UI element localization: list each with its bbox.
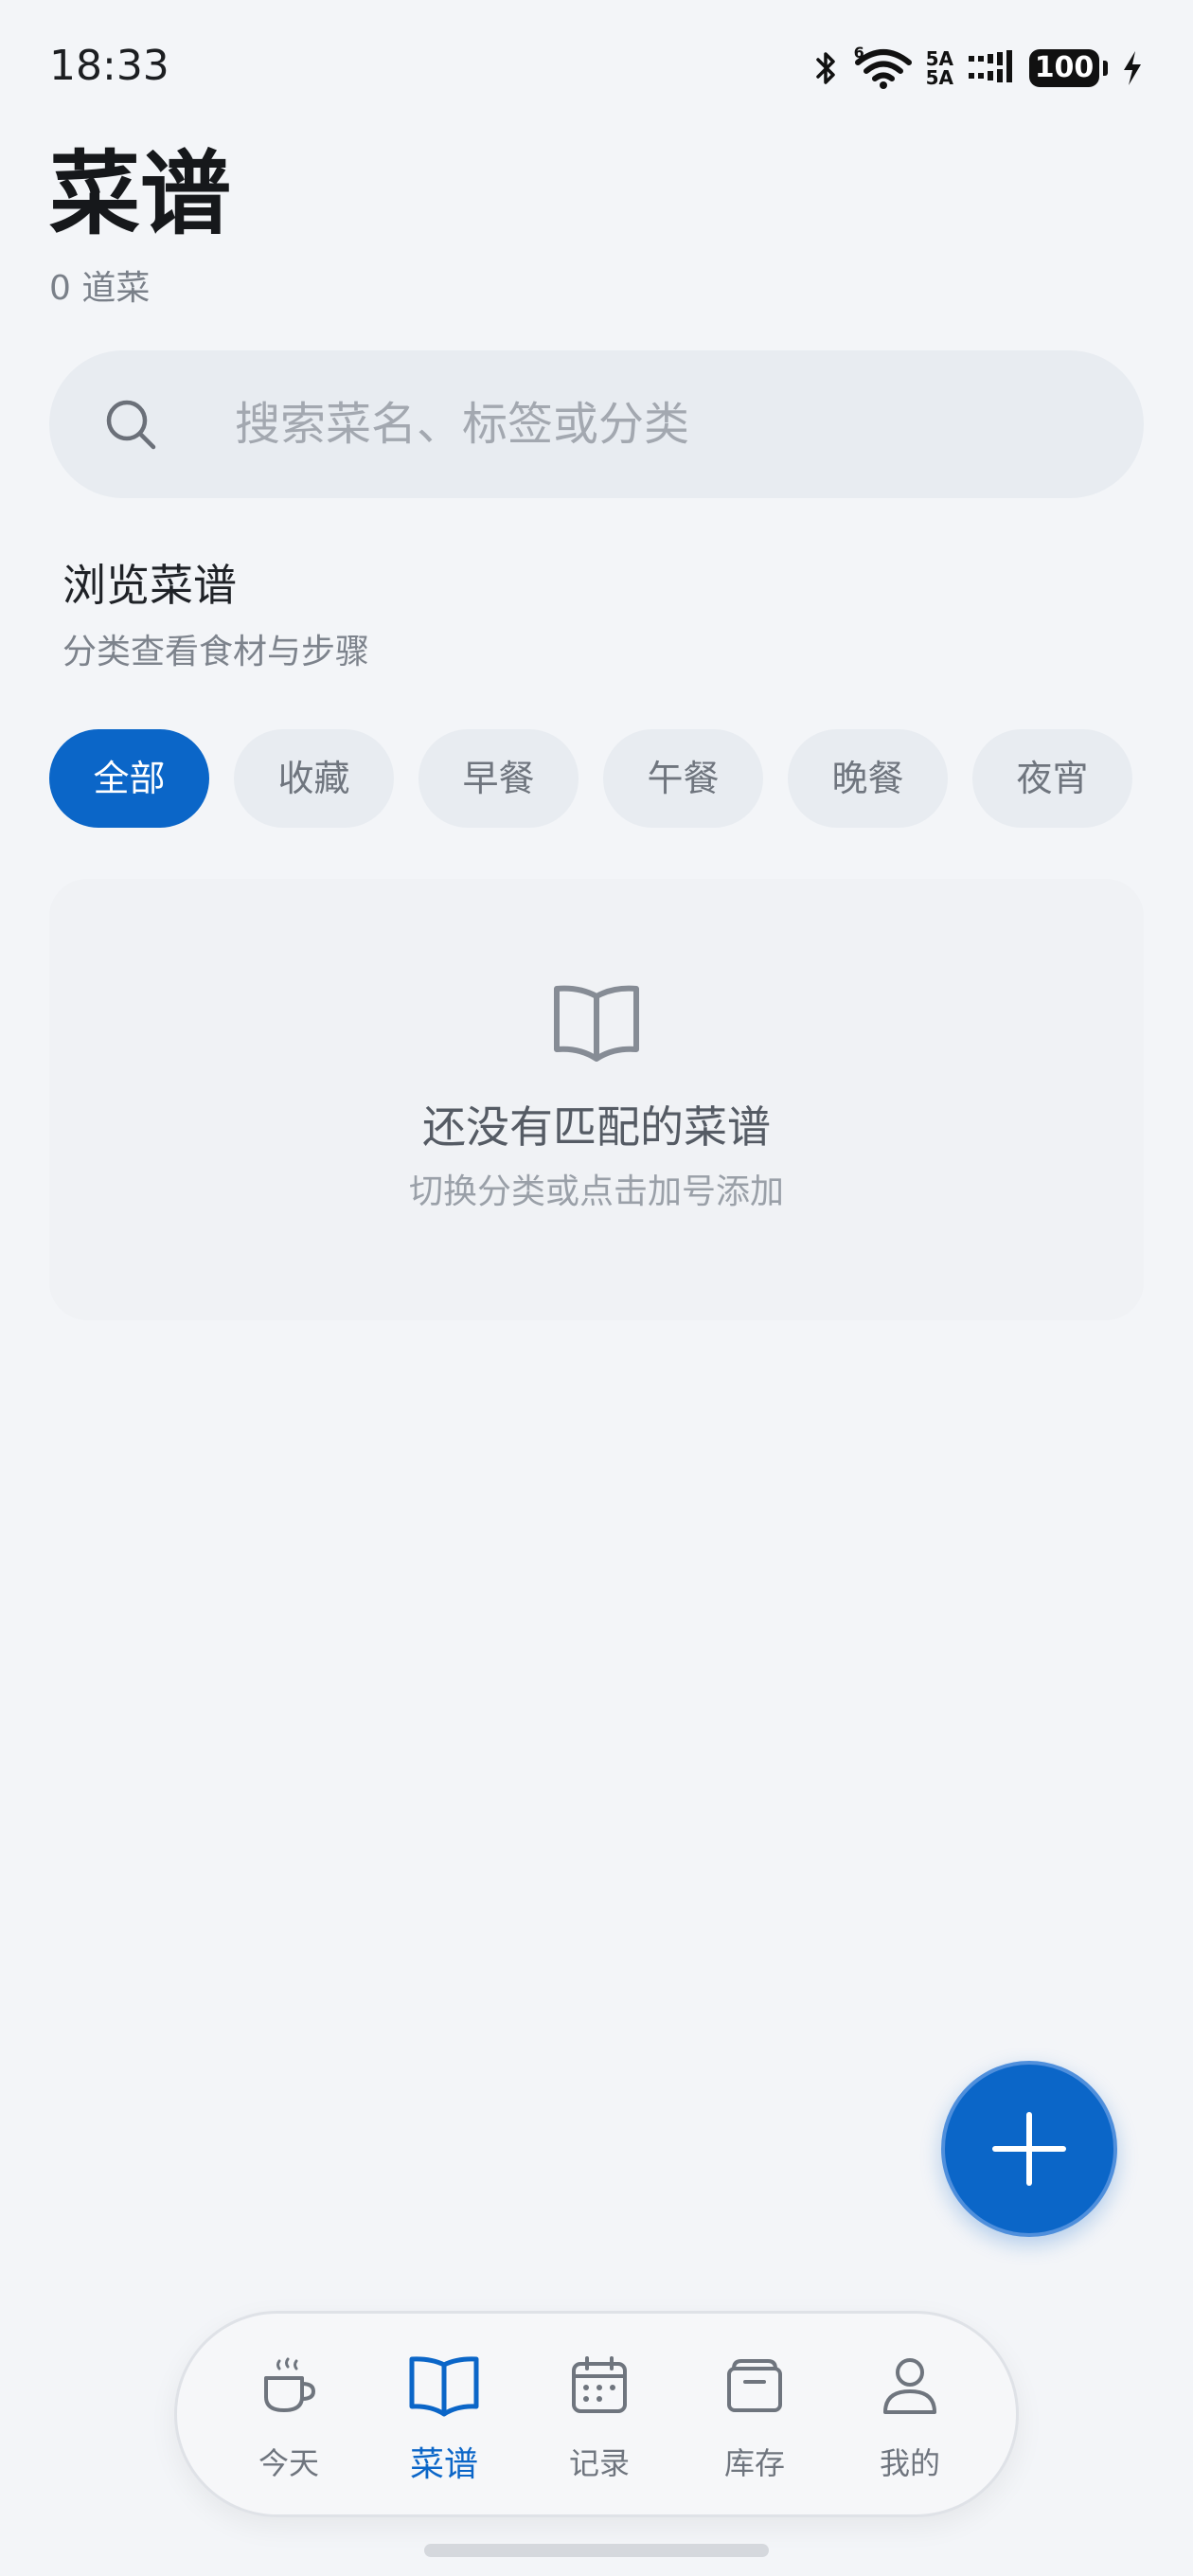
chip-favorites[interactable]: 收藏: [234, 729, 394, 828]
home-indicator[interactable]: [424, 2544, 769, 2557]
nav-item-records[interactable]: 记录: [522, 2314, 677, 2514]
nav-label-records: 记录: [568, 2445, 630, 2481]
nav-label-recipes: 菜谱: [409, 2445, 478, 2484]
network-label-bottom: 5A: [925, 66, 953, 89]
chip-all[interactable]: 全部: [49, 729, 209, 828]
signal-icon: [969, 50, 1012, 82]
archive-box-icon: [727, 2359, 782, 2412]
empty-state-subtitle: 切换分类或点击加号添加: [408, 1172, 784, 1211]
bluetooth-icon: [815, 52, 835, 84]
add-recipe-button[interactable]: [941, 2061, 1117, 2237]
book-open-icon: [409, 2356, 479, 2417]
book-open-icon: [554, 985, 639, 1062]
charging-icon: [1124, 51, 1141, 85]
nav-label-today: 今天: [258, 2445, 319, 2481]
nav-label-inventory: 库存: [723, 2445, 785, 2481]
search-icon: [106, 400, 156, 450]
plus-icon: [992, 2112, 1066, 2186]
battery-indicator: 100: [1029, 49, 1099, 87]
network-label-top: 5A: [925, 47, 953, 70]
wifi-indicator: 6: [853, 44, 913, 89]
section-title: 浏览菜谱: [62, 560, 237, 611]
status-time: 18:33: [49, 42, 169, 90]
user-icon: [883, 2358, 936, 2414]
battery-nub: [1103, 61, 1108, 76]
wifi-tag: 6: [853, 44, 864, 62]
nav-item-inventory[interactable]: 库存: [677, 2314, 832, 2514]
empty-state-card: 还没有匹配的菜谱 切换分类或点击加号添加: [49, 879, 1144, 1320]
dish-count: 0 道菜: [49, 269, 151, 308]
bottom-nav: 今天 菜谱 记录 库存 我的: [174, 2311, 1019, 2517]
section-subtitle: 分类查看食材与步骤: [62, 633, 370, 671]
chip-breakfast[interactable]: 早餐: [418, 729, 579, 828]
empty-state-title: 还没有匹配的菜谱: [422, 1101, 771, 1153]
coffee-cup-icon: [264, 2357, 316, 2412]
nav-item-recipes[interactable]: 菜谱: [366, 2314, 522, 2514]
nav-item-today[interactable]: 今天: [211, 2314, 366, 2514]
status-bar: 18:33 6 5A 5A 100: [0, 0, 1193, 133]
page-title: 菜谱: [49, 141, 231, 247]
chip-lunch[interactable]: 午餐: [603, 729, 763, 828]
search-input[interactable]: [235, 350, 1087, 498]
chip-dinner[interactable]: 晚餐: [788, 729, 948, 828]
search-bar[interactable]: [49, 350, 1144, 498]
network-labels: 5A 5A: [926, 49, 953, 87]
chip-late-snack[interactable]: 夜宵: [972, 729, 1132, 828]
calendar-icon: [572, 2356, 627, 2413]
nav-item-profile[interactable]: 我的: [832, 2314, 988, 2514]
status-icons: 6 5A 5A 100: [812, 44, 1144, 93]
category-filter-chips: 全部 收藏 早餐 午餐 晚餐 夜宵: [49, 729, 1132, 828]
nav-label-profile: 我的: [879, 2445, 940, 2481]
